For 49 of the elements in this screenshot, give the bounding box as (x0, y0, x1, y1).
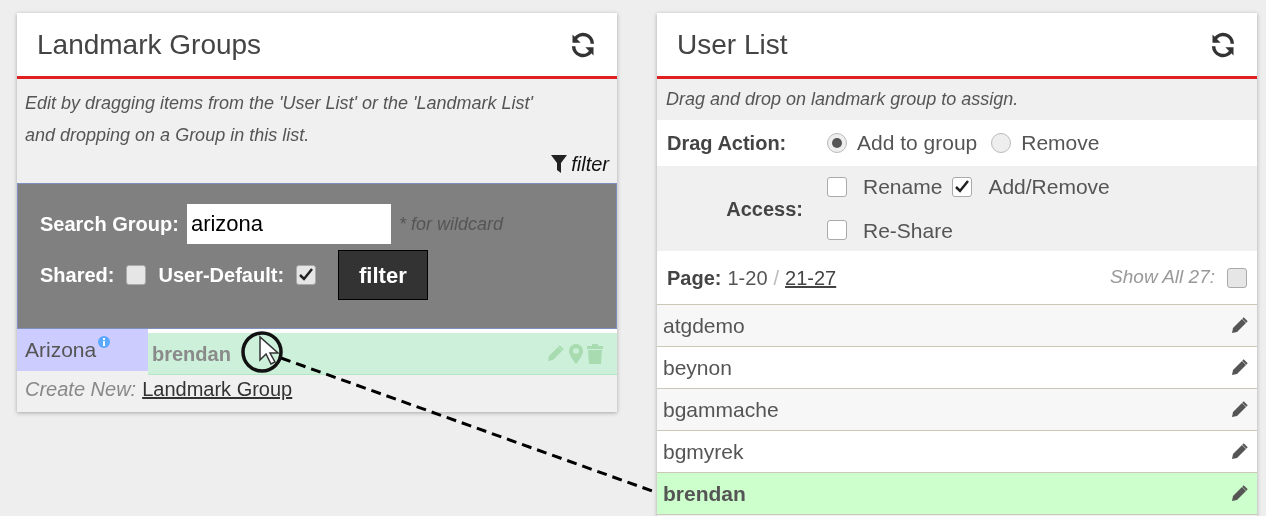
page-range: 1-20 (727, 265, 768, 291)
checkbox[interactable] (827, 220, 847, 241)
radio-button[interactable] (991, 133, 1012, 153)
field-label: Access: (725, 196, 803, 222)
create-new-label: Create New: (25, 377, 137, 402)
search-field[interactable]: arizona (186, 204, 391, 244)
panel-title: Landmark Groups (37, 27, 262, 62)
page-label: Page: (667, 265, 722, 291)
pencil-icon[interactable] (1229, 315, 1249, 336)
checkbox[interactable] (1227, 267, 1247, 288)
option-label: Add to group (857, 130, 978, 157)
radio-button[interactable] (827, 133, 847, 153)
landmark-group-link[interactable]: Landmark Group (142, 374, 293, 404)
ghost-text: brendan (152, 341, 231, 367)
pencil-icon[interactable] (1229, 483, 1249, 504)
user-row[interactable]: bgmyrek (657, 431, 1257, 473)
field-label: Shared: (40, 263, 115, 288)
pencil-icon[interactable] (1229, 399, 1249, 420)
group-item[interactable]: Arizona (17, 329, 148, 371)
filter-button[interactable]: filter (338, 250, 428, 300)
field-label: Drag Action: (667, 131, 788, 156)
panel-title: User List (677, 27, 788, 62)
option-label: Add/Remove (988, 174, 1110, 200)
option-label: Re-Share (863, 217, 953, 244)
user-row[interactable]: beynon (657, 347, 1257, 389)
filter-icon (551, 155, 568, 173)
user-row[interactable]: bgammache (657, 389, 1257, 431)
refresh-icon[interactable] (569, 30, 597, 59)
field-label: Search Group: (40, 212, 179, 237)
checkbox[interactable] (126, 265, 147, 285)
pencil-icon[interactable] (1229, 357, 1249, 378)
description-text: Drag and drop on landmark group to assign. (666, 88, 1019, 111)
page-link[interactable]: 21-27 (785, 262, 837, 293)
refresh-icon[interactable] (1209, 30, 1237, 59)
separator-text: / (773, 265, 780, 291)
description-text: Edit by dragging items from the 'User List' or the 'Landmark List' and dropping on a Group in this list. (25, 92, 535, 147)
checkbox[interactable] (296, 265, 317, 285)
option-label: Rename (863, 174, 943, 200)
show-all-label: Show All 27: (1110, 265, 1215, 290)
checkbox[interactable] (827, 176, 847, 197)
pencil-icon[interactable] (1229, 441, 1249, 462)
checkbox[interactable] (952, 176, 973, 197)
user-row[interactable]: atgdemo (657, 305, 1257, 347)
field-label: User-Default: (158, 263, 285, 288)
option-label: Remove (1021, 130, 1100, 157)
trash-icon (587, 343, 603, 364)
filter-link[interactable]: filter (551, 149, 609, 179)
user-row[interactable]: brendan (657, 473, 1257, 515)
pin-icon (569, 343, 583, 364)
